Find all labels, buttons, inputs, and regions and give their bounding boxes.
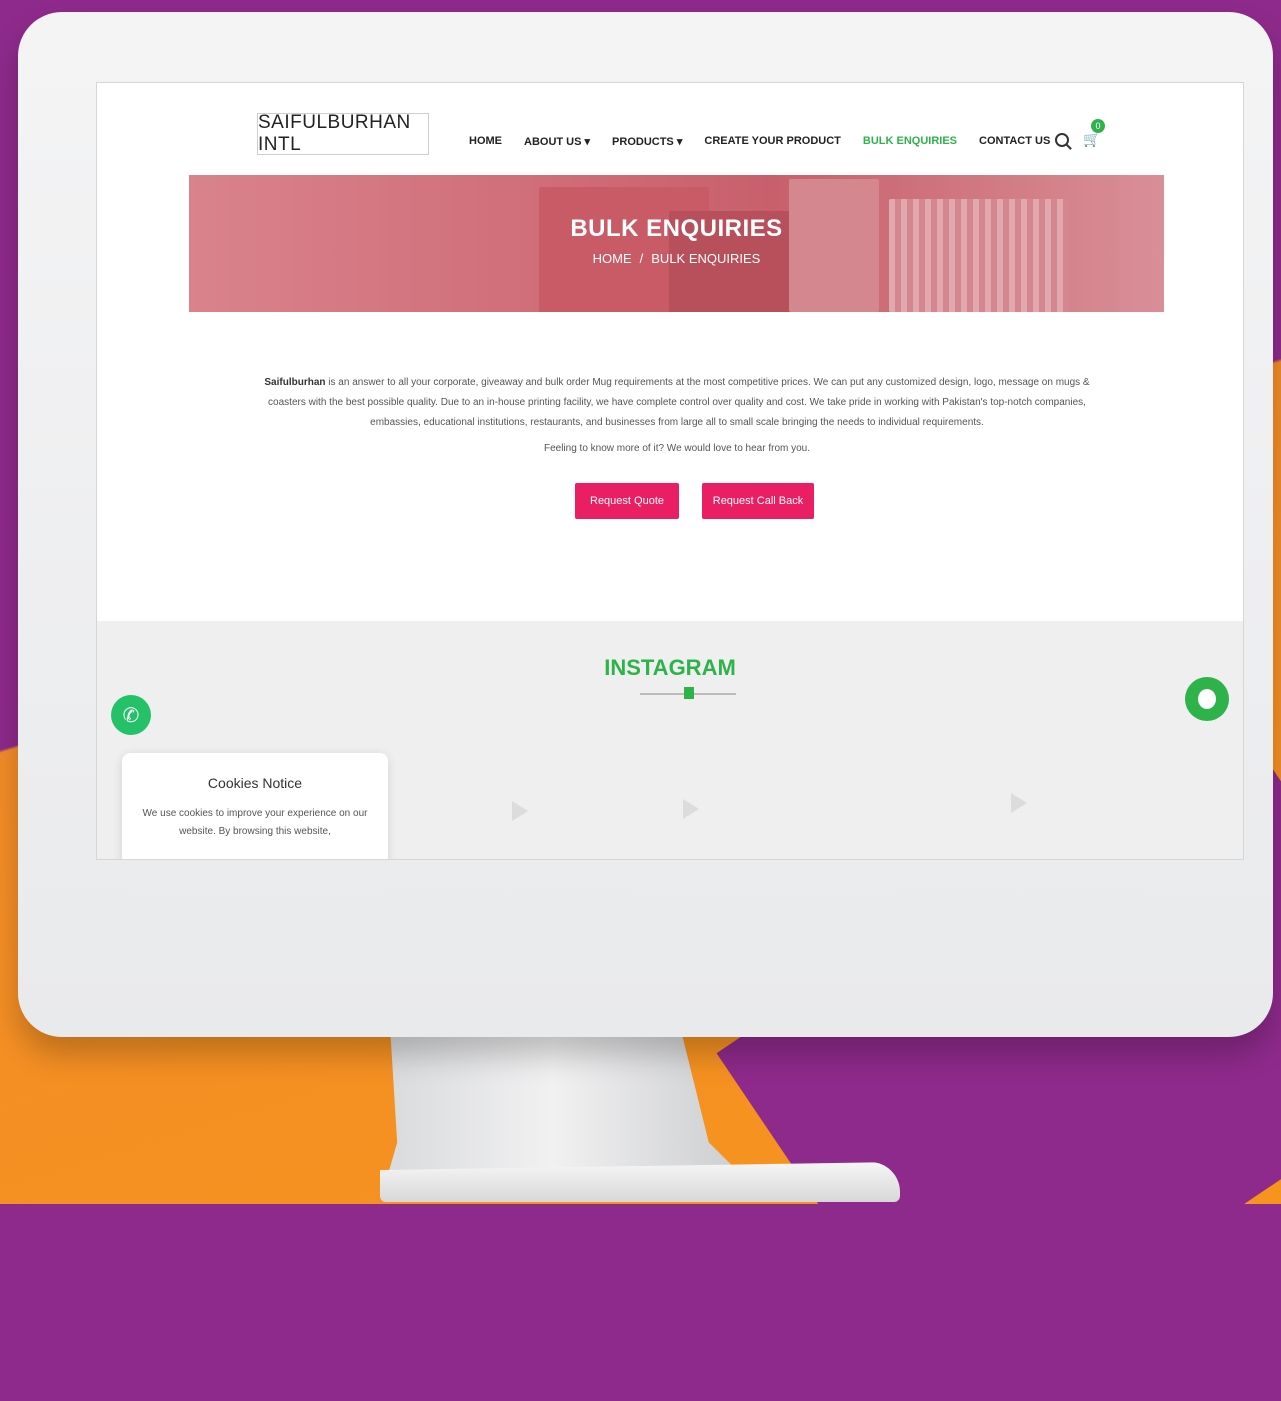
play-icon[interactable] [512, 801, 528, 821]
breadcrumb: HOME / BULK ENQUIRIES [189, 251, 1164, 266]
nav-home[interactable]: HOME [469, 135, 502, 148]
chat-widget-icon[interactable] [1185, 677, 1229, 721]
breadcrumb-current: BULK ENQUIRIES [651, 251, 761, 266]
page-title: BULK ENQUIRIES [570, 215, 783, 242]
request-quote-button[interactable]: Request Quote [575, 483, 679, 519]
intro-paragraph: Saifulburhan is an answer to all your co… [247, 373, 1107, 433]
whatsapp-icon[interactable]: ✆ [111, 695, 151, 735]
header-icons: 🛒 0 [1055, 119, 1105, 148]
page-banner: BULK ENQUIRIES HOME / BULK ENQUIRIES [189, 175, 1164, 312]
breadcrumb-separator: / [639, 251, 644, 266]
instagram-title: INSTAGRAM [604, 655, 736, 680]
chevron-down-icon: ▾ [676, 136, 683, 148]
cookies-text: We use cookies to improve your experienc… [142, 808, 368, 837]
divider-ornament-icon [684, 687, 694, 699]
nav-about-us[interactable]: ABOUT US ▾ [524, 135, 590, 148]
nav-products-label: PRODUCTS [612, 136, 674, 148]
cart-icon[interactable]: 🛒 0 [1083, 119, 1105, 148]
cookies-title: Cookies Notice [207, 775, 303, 791]
search-icon[interactable] [1055, 132, 1069, 147]
monitor: SAIFULBURHAN INTL HOME ABOUT US ▾ PRODUC… [18, 12, 1273, 1037]
request-call-back-button[interactable]: Request Call Back [702, 483, 814, 519]
nav-products[interactable]: PRODUCTS ▾ [612, 135, 682, 148]
nav-contact-us[interactable]: CONTACT US [979, 135, 1050, 148]
breadcrumb-home[interactable]: HOME [593, 251, 632, 266]
nav-about-us-label: ABOUT US [524, 136, 582, 148]
cookies-notice: Cookies Notice We use cookies to improve… [122, 753, 388, 859]
chevron-down-icon: ▾ [584, 136, 591, 148]
chat-bubble-icon [1198, 689, 1216, 709]
feeling-text: Feeling to know more of it? We would lov… [543, 443, 811, 454]
main-nav: HOME ABOUT US ▾ PRODUCTS ▾ CREATE YOUR P… [469, 135, 1072, 148]
gift-box-image [789, 179, 879, 312]
website-screen: SAIFULBURHAN INTL HOME ABOUT US ▾ PRODUC… [96, 82, 1244, 860]
nav-create-your-product[interactable]: CREATE YOUR PRODUCT [704, 135, 841, 148]
nav-bulk-enquiries[interactable]: BULK ENQUIRIES [863, 135, 957, 148]
cart-count-badge: 0 [1091, 119, 1105, 133]
intro-text: is an answer to all your corporate, give… [268, 377, 1090, 428]
play-icon[interactable] [1011, 793, 1027, 813]
site-logo[interactable]: SAIFULBURHAN INTL [257, 112, 429, 155]
play-icon[interactable] [683, 799, 699, 819]
intro-brand: Saifulburhan [264, 377, 326, 388]
